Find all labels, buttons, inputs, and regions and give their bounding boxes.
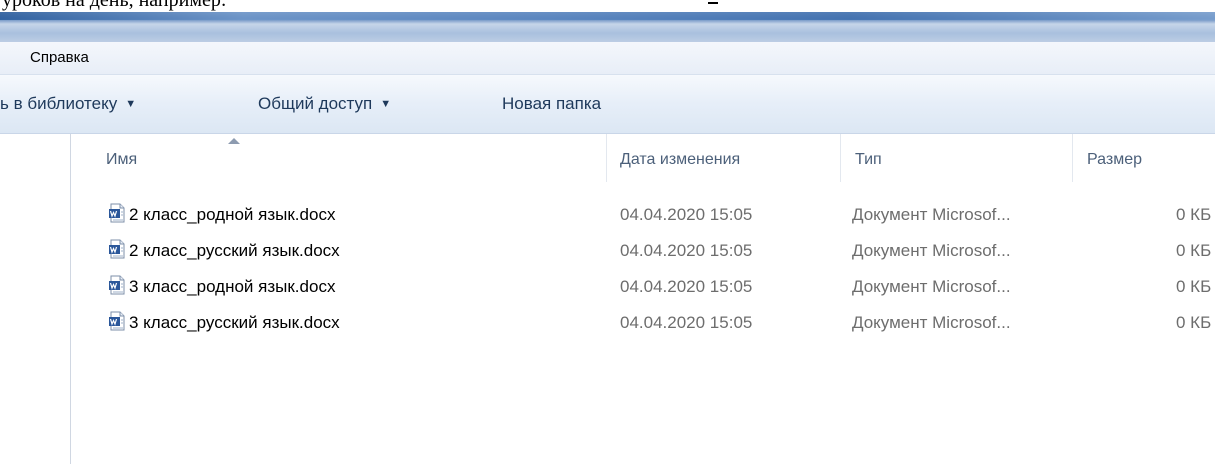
sort-up-icon	[228, 138, 240, 144]
file-size: 0 КБ	[1176, 205, 1212, 224]
document-text: уроков на день, например:	[2, 0, 227, 11]
file-row[interactable]: 3 класс_русский язык.docx 04.04.2020 15:0…	[100, 308, 1215, 338]
new-folder-label: Новая папка	[502, 94, 602, 113]
menu-bar: Справка	[0, 42, 1215, 75]
chevron-down-icon: ▼	[125, 98, 137, 110]
file-date-modified: 04.04.2020 15:05	[620, 205, 753, 224]
column-header-type[interactable]: Тип	[855, 150, 882, 170]
column-header-date[interactable]: Дата изменения	[620, 150, 740, 170]
file-date-modified: 04.04.2020 15:05	[620, 241, 753, 260]
file-name: 3 класс_русский язык.docx	[129, 313, 340, 332]
command-toolbar: ь в библиотеку ▼ Общий доступ ▼ Новая папк…	[0, 75, 1215, 134]
file-date-modified: 04.04.2020 15:05	[620, 277, 753, 296]
word-document-icon	[109, 275, 125, 295]
word-document-icon	[109, 311, 125, 331]
file-row[interactable]: 2 класс_русский язык.docx 04.04.2020 15:0…	[100, 236, 1215, 266]
file-row[interactable]: 2 класс_родной язык.docx 04.04.2020 15:05…	[100, 200, 1215, 230]
file-name: 2 класс_родной язык.docx	[129, 205, 336, 224]
column-separator[interactable]	[606, 134, 607, 182]
file-type: Документ Microsof...	[852, 205, 1011, 224]
file-size: 0 КБ	[1176, 277, 1212, 296]
file-size: 0 КБ	[1176, 241, 1212, 260]
file-date-modified: 04.04.2020 15:05	[620, 313, 753, 332]
add-to-library-label: ь в библиотеку	[0, 94, 118, 113]
column-separator[interactable]	[1072, 134, 1073, 182]
menu-item-help[interactable]: Справка	[24, 49, 95, 67]
file-row[interactable]: 3 класс_родной язык.docx 04.04.2020 15:05…	[100, 272, 1215, 302]
new-folder-button[interactable]: Новая папка	[502, 93, 601, 115]
chevron-down-icon: ▼	[380, 98, 392, 110]
file-type: Документ Microsof...	[852, 313, 1011, 332]
word-document-icon	[109, 239, 125, 259]
column-separator[interactable]	[840, 134, 841, 182]
file-list-area: Имя Дата изменения Тип Размер 2 класс_ро…	[0, 134, 1215, 464]
share-label: Общий доступ	[258, 94, 373, 113]
navigation-pane-divider[interactable]	[70, 134, 71, 464]
file-type: Документ Microsof...	[852, 277, 1011, 296]
document-fragment: уроков на день, например:	[0, 0, 1215, 12]
file-size: 0 КБ	[1176, 313, 1212, 332]
share-button[interactable]: Общий доступ ▼	[258, 93, 391, 115]
add-to-library-button[interactable]: ь в библиотеку ▼	[0, 93, 136, 115]
file-type: Документ Microsof...	[852, 241, 1011, 260]
column-header-size[interactable]: Размер	[1087, 150, 1142, 170]
column-header-name[interactable]: Имя	[106, 150, 137, 170]
file-name: 3 класс_родной язык.docx	[129, 277, 336, 296]
file-name: 2 класс_русский язык.docx	[129, 241, 340, 260]
word-document-icon	[109, 203, 125, 223]
window-titlebar[interactable]	[0, 12, 1215, 42]
text-cursor	[708, 2, 718, 4]
screenshot: уроков на день, например: Справка ь в би…	[0, 0, 1215, 464]
